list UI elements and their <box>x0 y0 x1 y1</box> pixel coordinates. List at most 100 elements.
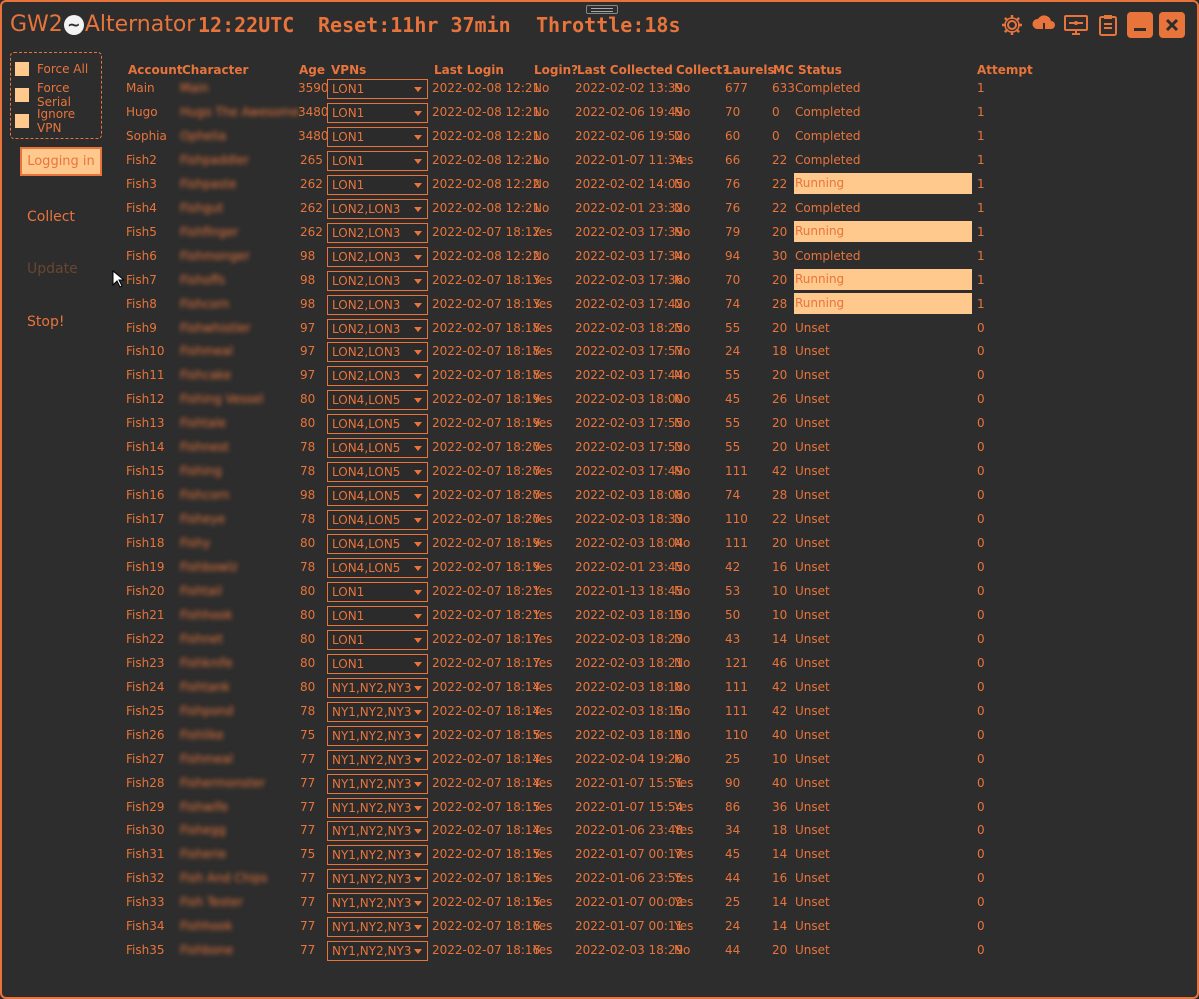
cell-attempt: 1 <box>977 297 985 311</box>
close-icon[interactable] <box>1159 12 1185 38</box>
col-status[interactable]: Status <box>798 63 842 77</box>
cell-character: Fishbowlz <box>180 560 238 574</box>
cell-laurels: 24 <box>725 344 741 358</box>
vpn-select[interactable]: LON2,LON3 <box>327 342 428 362</box>
col-login[interactable]: Login? <box>534 63 578 77</box>
cell-account: Fish24 <box>126 680 165 694</box>
vpn-select[interactable]: NY1,NY2,NY3 <box>327 893 428 913</box>
option-force-all[interactable]: Force All <box>11 56 101 82</box>
cell-last-collected: 2022-02-06 19:52 <box>575 129 684 143</box>
cell-character: Fishcake <box>180 368 232 382</box>
vpn-select[interactable]: LON4,LON5 <box>327 438 428 458</box>
col-laurels[interactable]: Laurels <box>725 63 775 77</box>
stop-button[interactable]: Stop! <box>27 314 64 330</box>
cell-attempt: 1 <box>977 273 985 287</box>
cloud-download-icon[interactable] <box>1031 12 1057 38</box>
gear-icon[interactable] <box>999 12 1025 38</box>
vpn-select[interactable]: LON4,LON5 <box>327 390 428 410</box>
cell-last-collected: 2022-02-03 18:04 <box>575 536 684 550</box>
vpn-select[interactable]: LON4,LON5 <box>327 558 428 578</box>
vpn-select[interactable]: NY1,NY2,NY3 <box>327 702 428 722</box>
vpn-select[interactable]: LON2,LON3 <box>327 223 428 243</box>
cell-character: Fishoffs <box>180 273 226 287</box>
col-last-collected[interactable]: Last Collected <box>577 63 673 77</box>
vpn-select[interactable]: LON2,LON3 <box>327 295 428 315</box>
vpn-select[interactable]: LON2,LON3 <box>327 319 428 339</box>
vpn-select[interactable]: LON2,LON3 <box>327 247 428 267</box>
vpn-select[interactable]: NY1,NY2,NY3 <box>327 869 428 889</box>
cell-last-login: 2022-02-07 18:18 <box>432 368 541 382</box>
vpn-select[interactable]: NY1,NY2,NY3 <box>327 798 428 818</box>
status-badge: Running <box>794 173 972 194</box>
vpn-select[interactable]: NY1,NY2,NY3 <box>327 678 428 698</box>
monitor-icon[interactable] <box>1063 12 1089 38</box>
vpn-select[interactable]: NY1,NY2,NY3 <box>327 726 428 746</box>
minimize-icon[interactable] <box>1127 12 1153 38</box>
cell-last-login: 2022-02-07 18:15 <box>432 847 541 861</box>
vpn-select[interactable]: LON2,LON3 <box>327 366 428 386</box>
cell-age: 80 <box>300 632 316 646</box>
vpn-select[interactable]: LON1 <box>327 606 428 626</box>
cell-collect: No <box>674 177 691 191</box>
col-mc[interactable]: MC <box>773 63 794 77</box>
logging-in-button[interactable]: Logging in <box>20 147 102 176</box>
vpn-select[interactable]: NY1,NY2,NY3 <box>327 845 428 865</box>
vpn-select[interactable]: NY1,NY2,NY3 <box>327 750 428 770</box>
vpn-select[interactable]: LON1 <box>327 103 428 123</box>
vpn-select[interactable]: LON1 <box>327 79 428 99</box>
vpn-select[interactable]: LON4,LON5 <box>327 534 428 554</box>
vpn-select-value: NY1,NY2,NY3 <box>332 681 412 695</box>
cell-last-collected: 2022-02-03 18:21 <box>575 656 684 670</box>
checkbox[interactable] <box>15 114 29 128</box>
vpn-select[interactable]: LON1 <box>327 630 428 650</box>
cell-login: Yes <box>533 344 553 358</box>
cell-mc: 20 <box>772 416 788 430</box>
clipboard-icon[interactable] <box>1095 12 1121 38</box>
vpn-select[interactable]: LON1 <box>327 582 428 602</box>
vpn-select[interactable]: LON2,LON3 <box>327 199 428 219</box>
cell-account: Fish27 <box>126 752 165 766</box>
chevron-down-icon <box>414 279 422 284</box>
checkbox[interactable] <box>15 62 29 76</box>
cell-character: Fishknife <box>180 656 233 670</box>
cell-last-login: 2022-02-07 18:16 <box>432 943 541 957</box>
col-collect[interactable]: Collect? <box>676 63 729 77</box>
option-force-serial[interactable]: Force Serial <box>11 81 101 109</box>
cell-age: 77 <box>300 895 316 909</box>
col-vpns[interactable]: VPNs <box>331 63 366 77</box>
update-button[interactable]: Update <box>27 261 78 277</box>
vpn-select[interactable]: LON1 <box>327 654 428 674</box>
vpn-select[interactable]: LON4,LON5 <box>327 414 428 434</box>
vpn-select[interactable]: LON1 <box>327 127 428 147</box>
vpn-select[interactable]: LON4,LON5 <box>327 462 428 482</box>
vpn-select[interactable]: LON4,LON5 <box>327 510 428 530</box>
cell-laurels: 66 <box>725 153 741 167</box>
cell-attempt: 0 <box>977 368 985 382</box>
cell-collect: No <box>674 464 691 478</box>
col-age[interactable]: Age <box>299 63 325 77</box>
cell-age: 262 <box>300 225 323 239</box>
vpn-select[interactable]: LON1 <box>327 151 428 171</box>
cell-account: Fish23 <box>126 656 165 670</box>
option-ignore-vpn[interactable]: Ignore VPN <box>11 107 101 135</box>
col-character[interactable]: Character <box>182 63 248 77</box>
vpn-select[interactable]: NY1,NY2,NY3 <box>327 917 428 937</box>
vpn-select[interactable]: LON1 <box>327 175 428 195</box>
col-last-login[interactable]: Last Login <box>434 63 504 77</box>
vpn-select[interactable]: LON2,LON3 <box>327 271 428 291</box>
cell-laurels: 76 <box>725 201 741 215</box>
cell-character: Fishlike <box>180 728 224 742</box>
vpn-select[interactable]: NY1,NY2,NY3 <box>327 821 428 841</box>
col-account[interactable]: Account <box>128 63 183 77</box>
checkbox[interactable] <box>15 88 29 102</box>
cell-age: 265 <box>300 153 323 167</box>
collect-button[interactable]: Collect <box>27 209 75 225</box>
col-attempt[interactable]: Attempt <box>977 63 1033 77</box>
vpn-select[interactable]: NY1,NY2,NY3 <box>327 941 428 961</box>
cell-login: Yes <box>533 488 553 502</box>
cell-attempt: 0 <box>977 752 985 766</box>
vpn-select[interactable]: LON4,LON5 <box>327 486 428 506</box>
cell-last-login: 2022-02-07 18:17 <box>432 656 541 670</box>
reset-timer: Reset:11hr 37min <box>318 13 511 37</box>
vpn-select[interactable]: NY1,NY2,NY3 <box>327 774 428 794</box>
